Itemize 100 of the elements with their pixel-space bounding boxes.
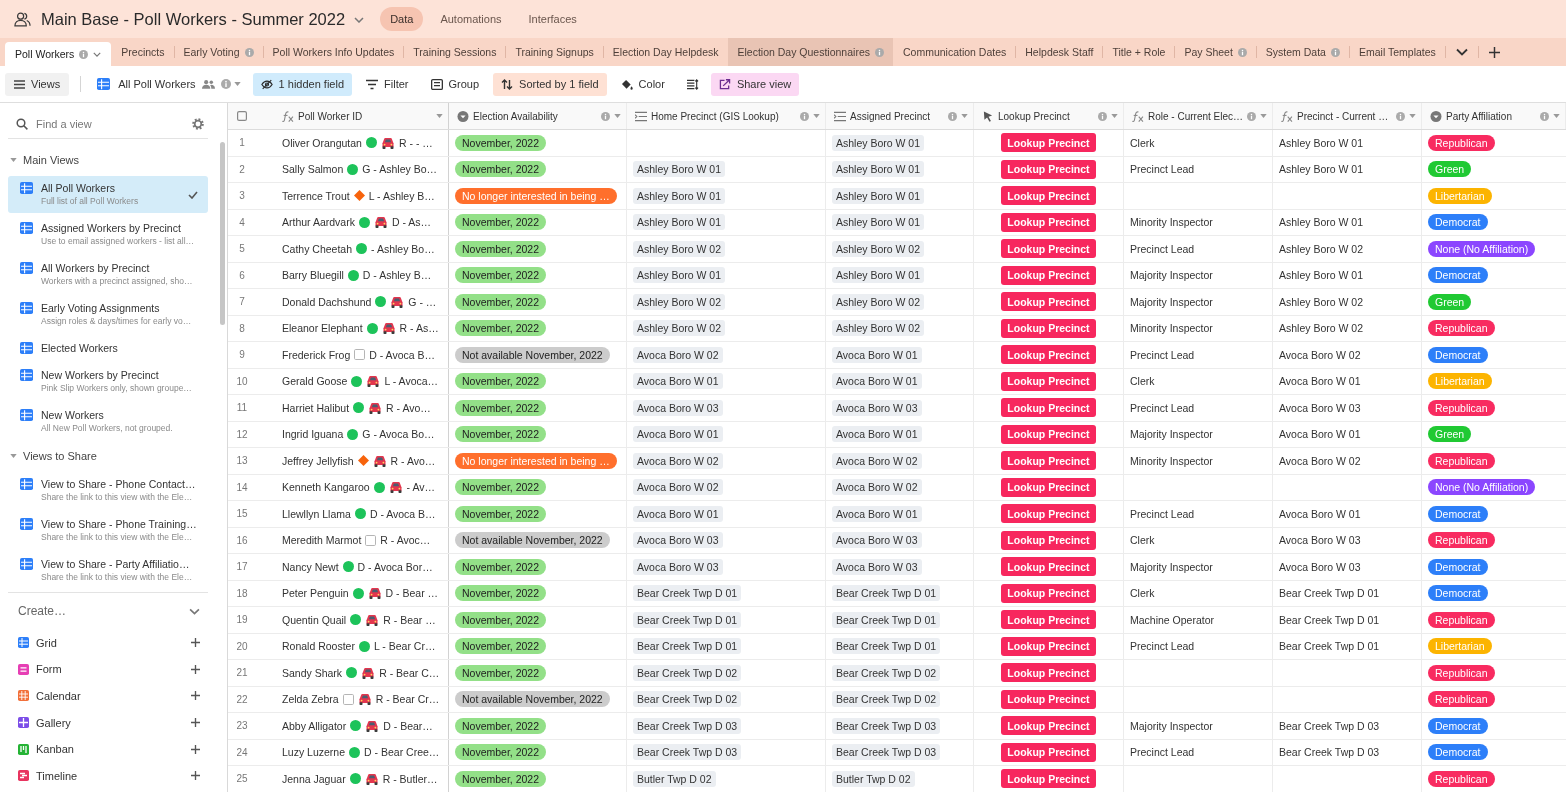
lookup-precinct-button[interactable]: Lookup Precinct bbox=[1001, 345, 1096, 365]
party-tag: Democrat bbox=[1428, 214, 1488, 231]
lookup-precinct-button[interactable]: Lookup Precinct bbox=[1001, 636, 1096, 656]
view-item[interactable]: View to Share - Party Affiliatio… Share the link to this view with the Ele… bbox=[8, 552, 208, 589]
lookup-precinct-button[interactable]: Lookup Precinct bbox=[1001, 504, 1096, 524]
lookup-precinct-button[interactable]: Lookup Precinct bbox=[1001, 265, 1096, 285]
lookup-precinct-button[interactable]: Lookup Precinct bbox=[1001, 318, 1096, 338]
create-view-item[interactable]: Calendar bbox=[8, 682, 208, 710]
view-item[interactable]: New Workers All New Poll Workers, not grouped. bbox=[8, 403, 208, 440]
column-header[interactable]: Election Availability bbox=[449, 103, 627, 129]
lookup-precinct-button[interactable]: Lookup Precinct bbox=[1001, 769, 1096, 789]
lookup-precinct-button[interactable]: Lookup Precinct bbox=[1001, 742, 1096, 762]
caret-icon bbox=[1111, 114, 1118, 118]
table-tab[interactable]: Pay Sheet bbox=[1175, 38, 1256, 66]
lookup-precinct-button[interactable]: Lookup Precinct bbox=[1001, 451, 1096, 471]
column-header[interactable]: Lookup Precinct bbox=[974, 103, 1124, 129]
lookup-precinct-button[interactable]: Lookup Precinct bbox=[1001, 371, 1096, 391]
lookup-precinct-button[interactable]: Lookup Precinct bbox=[1001, 477, 1096, 497]
filter-icon bbox=[366, 78, 379, 90]
table-tab[interactable]: Election Day Questionnaires bbox=[728, 38, 893, 66]
select-all-checkbox[interactable] bbox=[237, 111, 247, 121]
lookup-precinct-button[interactable]: Lookup Precinct bbox=[1001, 239, 1096, 259]
lookup-precinct-button[interactable]: Lookup Precinct bbox=[1001, 424, 1096, 444]
settings-icon[interactable] bbox=[192, 117, 204, 130]
view-item[interactable]: All Workers by Precinct Workers with a precinct assigned, sho… bbox=[8, 256, 208, 293]
caret-icon[interactable] bbox=[354, 17, 365, 23]
precinct-chip: Avoca Boro W 01 bbox=[633, 505, 723, 522]
lookup-precinct-button[interactable]: Lookup Precinct bbox=[1001, 212, 1096, 232]
table-tab[interactable]: Training Sessions bbox=[404, 38, 506, 66]
view-item[interactable]: New Workers by Precinct Pink Slip Workers only, shown groupe… bbox=[8, 363, 208, 400]
create-view-item[interactable]: Timeline bbox=[8, 762, 208, 789]
column-header[interactable]: Party Affiliation bbox=[1422, 103, 1566, 129]
row-height-icon[interactable] bbox=[686, 78, 699, 90]
lookup-precinct-button[interactable]: Lookup Precinct bbox=[1001, 716, 1096, 736]
table-tab[interactable]: Email Templates bbox=[1349, 38, 1445, 66]
filter-button[interactable]: Filter bbox=[358, 72, 417, 96]
scrollbar-thumb[interactable] bbox=[220, 142, 225, 325]
search-field[interactable]: Find a view bbox=[36, 117, 166, 130]
lookup-precinct-button[interactable]: Lookup Precinct bbox=[1001, 133, 1096, 153]
people-icon[interactable] bbox=[14, 11, 31, 27]
chevron-down-icon[interactable] bbox=[1455, 48, 1468, 56]
nav-tab[interactable]: Interfaces bbox=[518, 7, 587, 31]
lookup-precinct-button[interactable]: Lookup Precinct bbox=[1001, 610, 1096, 630]
table-cell: Minority Inspector bbox=[1124, 209, 1273, 235]
table-cell: Majority Inspector bbox=[1124, 554, 1273, 580]
availability-tag: November, 2022 bbox=[455, 373, 547, 390]
view-item[interactable]: Early Voting Assignments Assign roles & days/times for early vo… bbox=[8, 296, 208, 333]
view-item[interactable]: Assigned Workers by Precinct Use to email assigned workers - list all… bbox=[8, 216, 208, 253]
table-tab[interactable]: Training Signups bbox=[506, 38, 603, 66]
share-view-button[interactable]: Share view bbox=[710, 72, 800, 96]
lookup-precinct-button[interactable]: Lookup Precinct bbox=[1001, 583, 1096, 603]
dot-icon bbox=[356, 243, 368, 255]
view-item[interactable]: All Poll Workers Full list of all Poll Workers bbox=[8, 176, 208, 213]
section-toggle[interactable]: Views to Share bbox=[8, 446, 208, 466]
table-cell: Precinct Lead bbox=[1124, 395, 1273, 421]
lookup-precinct-button[interactable]: Lookup Precinct bbox=[1001, 557, 1096, 577]
plus-icon[interactable] bbox=[1488, 46, 1500, 58]
table-tab[interactable]: Poll Workers Info Updates bbox=[263, 38, 404, 66]
worker-name: Terrence Trout bbox=[282, 189, 350, 202]
hide-fields-button[interactable]: 1 hidden field bbox=[252, 72, 353, 96]
table-tab[interactable]: System Data bbox=[1256, 38, 1349, 66]
create-view-item[interactable]: Gallery bbox=[8, 709, 208, 736]
table-tab[interactable]: Election Day Helpdesk bbox=[603, 38, 728, 66]
dot-icon bbox=[365, 137, 377, 149]
column-header[interactable]: Home Precinct (GIS Lookup) bbox=[627, 103, 826, 129]
sort-button[interactable]: Sorted by 1 field bbox=[493, 72, 607, 96]
section-toggle[interactable]: Main Views bbox=[8, 150, 208, 170]
column-header[interactable]: Role - Current Elec… bbox=[1124, 103, 1273, 129]
view-item[interactable]: View to Share - Phone Contact… Share the link to this view with the Ele… bbox=[8, 472, 208, 509]
lookup-precinct-button[interactable]: Lookup Precinct bbox=[1001, 398, 1096, 418]
table-tab[interactable]: Communication Dates bbox=[894, 38, 1016, 66]
view-switcher[interactable]: All Poll Workers bbox=[97, 78, 241, 90]
precinct-chip: Avoca Boro W 02 bbox=[633, 479, 723, 496]
nav-tab[interactable]: Automations bbox=[430, 7, 512, 31]
lookup-precinct-button[interactable]: Lookup Precinct bbox=[1001, 292, 1096, 312]
create-view-item[interactable]: Grid bbox=[8, 629, 208, 657]
create-view-item[interactable]: Kanban bbox=[8, 735, 208, 763]
lookup-precinct-button[interactable]: Lookup Precinct bbox=[1001, 530, 1096, 550]
group-button[interactable]: Group bbox=[422, 72, 488, 96]
column-header[interactable]: Poll Worker ID bbox=[262, 103, 449, 129]
column-header[interactable]: Assigned Precinct bbox=[826, 103, 974, 129]
lookup-precinct-button[interactable]: Lookup Precinct bbox=[1001, 159, 1096, 179]
color-button[interactable]: Color bbox=[612, 72, 673, 96]
column-header[interactable]: Precinct - Current … bbox=[1273, 103, 1422, 129]
view-item[interactable]: Elected Workers bbox=[8, 336, 208, 360]
lookup-precinct-button[interactable]: Lookup Precinct bbox=[1001, 663, 1096, 683]
create-toggle[interactable]: Create… bbox=[8, 597, 208, 626]
table-tab[interactable]: Title + Role bbox=[1103, 38, 1175, 66]
lookup-precinct-button[interactable]: Lookup Precinct bbox=[1001, 186, 1096, 206]
dot-icon bbox=[353, 402, 365, 414]
views-button[interactable]: Views bbox=[5, 72, 70, 96]
table-tab[interactable]: Helpdesk Staff bbox=[1016, 38, 1103, 66]
lookup-precinct-button[interactable]: Lookup Precinct bbox=[1001, 689, 1096, 709]
create-view-item[interactable]: Form bbox=[8, 656, 208, 683]
table-tab[interactable]: Poll Workers bbox=[5, 42, 112, 66]
table-tab[interactable]: Early Voting bbox=[174, 38, 263, 66]
nav-tab[interactable]: Data bbox=[380, 7, 424, 31]
table-tab[interactable]: Precincts bbox=[112, 38, 174, 66]
table-cell: Bear Creek Twp D 01 bbox=[1273, 633, 1422, 659]
view-item[interactable]: View to Share - Phone Training… Share the link to this view with the Ele… bbox=[8, 512, 208, 549]
